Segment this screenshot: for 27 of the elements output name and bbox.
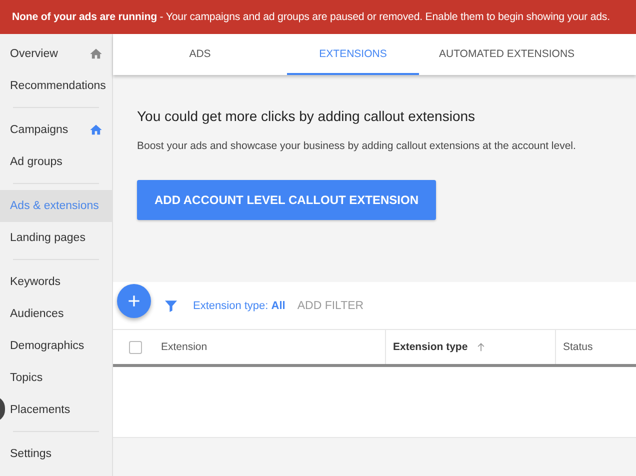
plus-icon <box>126 292 142 308</box>
sidebar-item[interactable]: Campaigns <box>10 114 112 146</box>
sidebar-item[interactable]: Keywords <box>10 266 112 298</box>
column-header[interactable]: Status <box>555 330 636 364</box>
sidebar-item[interactable]: Overview <box>10 38 112 70</box>
select-all-checkbox[interactable] <box>129 340 142 354</box>
sidebar-item[interactable]: Demographics <box>10 330 112 362</box>
sidebar-item[interactable]: Topics <box>10 362 112 394</box>
promo-title: You could get more clicks by adding callout extensions <box>137 108 476 124</box>
alert-message: None of your ads are running - Your campaigns and ad groups are paused or removed. Enable them to begin showing your ads. <box>12 11 610 23</box>
sort-arrow-icon <box>476 342 486 352</box>
column-header[interactable]: Extension <box>158 330 385 364</box>
add-button[interactable] <box>117 284 151 318</box>
tab[interactable]: EXTENSIONS <box>287 34 419 75</box>
add-callout-button[interactable]: ADD ACCOUNT LEVEL CALLOUT EXTENSION <box>137 180 436 220</box>
column-header[interactable]: Extension type <box>385 330 555 364</box>
filter-chip[interactable]: Extension type: All <box>193 300 286 312</box>
sidebar-item[interactable]: Recommendations <box>10 70 112 102</box>
filter-icon[interactable] <box>163 298 179 314</box>
sidebar-item[interactable]: Ad groups <box>10 146 112 178</box>
tab[interactable]: ADS <box>113 34 287 75</box>
promo-description: Boost your ads and showcase your business by adding callout extensions at the account level. <box>137 140 577 152</box>
tab[interactable]: AUTOMATED EXTENSIONS <box>419 34 595 75</box>
sidebar-item[interactable]: Audiences <box>10 298 112 330</box>
sidebar-item[interactable]: Settings <box>10 438 112 470</box>
sidebar-item[interactable]: Landing pages <box>10 222 112 254</box>
sidebar-item[interactable]: Placements <box>10 394 112 426</box>
